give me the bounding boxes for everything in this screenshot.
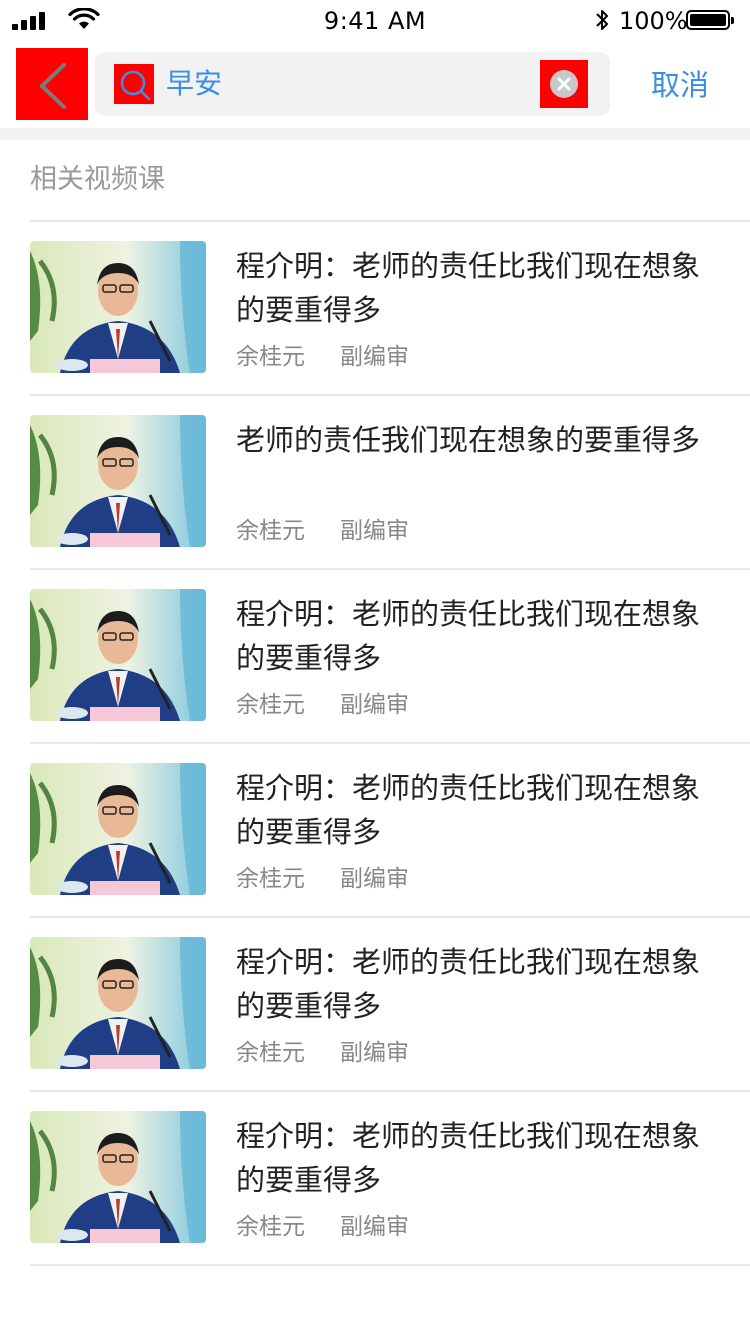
search-icon — [114, 64, 154, 104]
course-thumbnail — [30, 1111, 206, 1243]
bluetooth-icon — [596, 10, 608, 30]
search-input[interactable]: 早安 — [166, 66, 222, 102]
course-item[interactable]: 程介明：老师的责任比我们现在想象的要重得多余桂元 副编审 — [30, 1092, 750, 1266]
course-item[interactable]: 程介明：老师的责任比我们现在想象的要重得多余桂元 副编审 — [30, 918, 750, 1092]
course-title: 老师的责任我们现在想象的要重得多 — [236, 423, 701, 457]
course-author-role: 副编审 — [340, 692, 409, 718]
cancel-button[interactable]: 取消 — [640, 66, 720, 104]
clear-button[interactable] — [540, 60, 588, 108]
course-item[interactable]: 老师的责任我们现在想象的要重得多余桂元 副编审 — [30, 396, 750, 570]
course-author: 余桂元 — [236, 518, 305, 544]
course-title: 程介明：老师的责任比我们现在想象的要重得多 — [236, 771, 701, 849]
course-thumbnail — [30, 241, 206, 373]
battery-percent: 100% — [619, 7, 688, 35]
course-author-role: 副编审 — [340, 1214, 409, 1240]
course-title: 程介明：老师的责任比我们现在想象的要重得多 — [236, 249, 701, 327]
section-title: 相关视频课 — [30, 164, 165, 195]
course-thumbnail — [30, 415, 206, 547]
back-chevron-icon — [40, 63, 66, 109]
course-title: 程介明：老师的责任比我们现在想象的要重得多 — [236, 597, 701, 675]
course-item[interactable]: 程介明：老师的责任比我们现在想象的要重得多余桂元 副编审 — [30, 570, 750, 744]
course-author: 余桂元 — [236, 692, 305, 718]
course-list: 程介明：老师的责任比我们现在想象的要重得多 余桂元 副编审 老师的责任我们现在想象的… — [0, 222, 750, 1266]
clear-icon — [550, 70, 578, 98]
course-author-role: 副编审 — [340, 1040, 409, 1066]
course-author-role: 副编审 — [340, 344, 409, 370]
battery-icon — [686, 10, 734, 30]
course-thumbnail — [30, 937, 206, 1069]
course-title: 程介明：老师的责任比我们现在想象的要重得多 — [236, 945, 701, 1023]
course-author: 余桂元 — [236, 1040, 305, 1066]
course-author-role: 副编审 — [340, 866, 409, 892]
section-divider — [0, 128, 750, 140]
course-thumbnail — [30, 763, 206, 895]
course-author: 余桂元 — [236, 866, 305, 892]
course-author: 余桂元 — [236, 344, 305, 370]
course-title: 程介明：老师的责任比我们现在想象的要重得多 — [236, 1119, 701, 1197]
course-item[interactable]: 程介明：老师的责任比我们现在想象的要重得多余桂元 副编审 — [30, 222, 750, 396]
status-bar: 9:41 AM 100% — [0, 0, 750, 40]
course-item[interactable]: 程介明：老师的责任比我们现在想象的要重得多余桂元 副编审 — [30, 744, 750, 918]
course-author-role: 副编审 — [340, 518, 409, 544]
course-thumbnail — [30, 589, 206, 721]
back-button[interactable] — [16, 48, 88, 120]
course-author: 余桂元 — [236, 1214, 305, 1240]
